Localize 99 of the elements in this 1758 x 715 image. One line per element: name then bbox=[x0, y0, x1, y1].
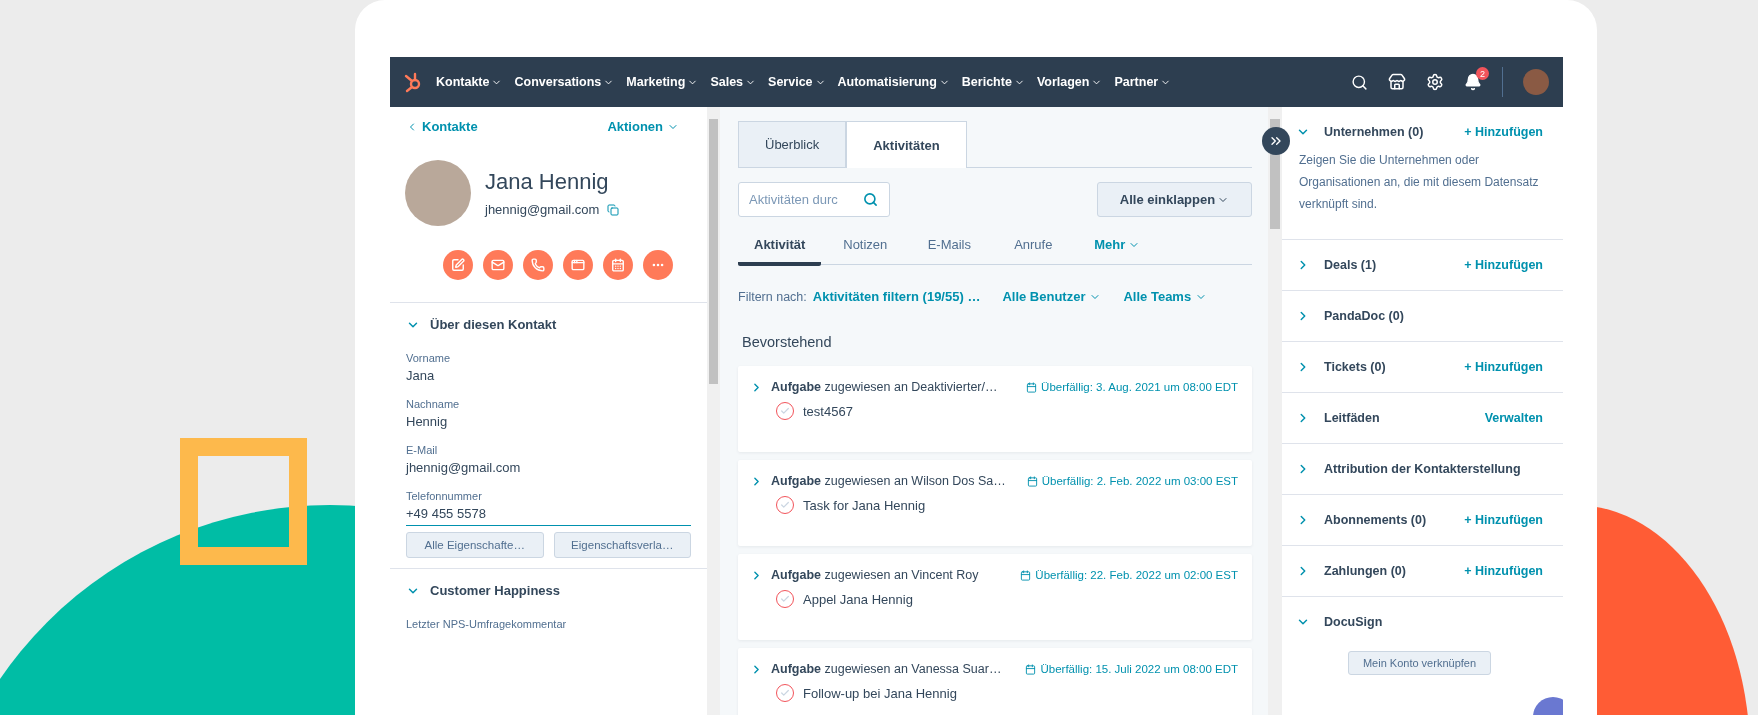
properties-button[interactable]: Eigenschaftsverla… bbox=[553, 532, 691, 558]
section-heading: Bevorstehend bbox=[742, 334, 833, 350]
connect-account-button[interactable]: Mein Konto verknüpfen bbox=[1347, 651, 1492, 675]
search-icon bbox=[863, 192, 878, 207]
expand-button[interactable] bbox=[1262, 127, 1290, 155]
section-action-link[interactable]: + Hinzufügen bbox=[1464, 564, 1543, 578]
due-date: Überfällig: 15. Juli 2022 um 08:00 EDT bbox=[1025, 663, 1238, 675]
task-title: Task for Jana Hennig bbox=[803, 497, 926, 513]
more-button[interactable] bbox=[642, 250, 673, 280]
scrollbar[interactable] bbox=[707, 107, 720, 715]
tab[interactable]: E-Mails bbox=[909, 227, 990, 266]
section-action-link[interactable]: + Hinzufügen bbox=[1464, 258, 1543, 272]
section-description: Zeigen Sie die Unternehmen oder Organisationen an, die mit diesem Datensatz verknüpft sind. bbox=[1298, 152, 1540, 213]
calendar-icon bbox=[1026, 475, 1038, 487]
tab[interactable]: Aktivitäten bbox=[846, 121, 967, 168]
nav-menu-item[interactable]: Kontakte bbox=[436, 75, 503, 89]
section-title: Unternehmen (0) bbox=[1324, 125, 1424, 139]
calendar-icon bbox=[1020, 569, 1032, 581]
section-title: Über diesen Kontakt bbox=[430, 317, 557, 332]
nav-menu-item[interactable]: Berichte bbox=[961, 75, 1025, 89]
nav-menu-item[interactable]: Conversations bbox=[514, 75, 615, 89]
tab[interactable]: Aktivität bbox=[738, 227, 822, 266]
tab[interactable]: Anrufe bbox=[993, 227, 1074, 266]
task-summary: Aufgabe zugewiesen an Vanessa Suar… bbox=[771, 662, 1002, 676]
section-title: Deals (1) bbox=[1324, 258, 1377, 272]
back-link[interactable]: Kontakte bbox=[406, 119, 478, 134]
properties-button[interactable]: Alle Eigenschafte… bbox=[406, 532, 544, 558]
tab[interactable]: Überblick bbox=[738, 121, 847, 167]
filter-label: Filtern nach: bbox=[738, 289, 807, 304]
nav-menu-item[interactable]: Service bbox=[768, 75, 826, 89]
note-button[interactable] bbox=[442, 250, 473, 280]
check-icon bbox=[780, 406, 790, 416]
task-title: test4567 bbox=[803, 403, 853, 419]
section-title: Leitfäden bbox=[1324, 411, 1380, 425]
tab[interactable]: Notizen bbox=[825, 227, 906, 266]
check-icon bbox=[780, 688, 790, 698]
settings-icon[interactable] bbox=[1426, 73, 1444, 91]
phone-button[interactable] bbox=[522, 250, 553, 280]
calendar-button[interactable] bbox=[602, 250, 633, 280]
section-title: Customer Happiness bbox=[430, 583, 561, 598]
task-summary: Aufgabe zugewiesen an Wilson Dos Sa… bbox=[771, 474, 1006, 488]
store-icon[interactable] bbox=[1388, 73, 1406, 91]
section-action-link[interactable]: + Hinzufügen bbox=[1464, 360, 1543, 374]
copy-icon[interactable] bbox=[607, 203, 620, 216]
actions-menu[interactable]: Aktionen bbox=[607, 119, 679, 134]
contact-email: jhennig@gmail.com bbox=[485, 202, 600, 217]
task-title: Appel Jana Hennig bbox=[803, 591, 913, 607]
nav-menu-item[interactable]: Automatisierung bbox=[837, 75, 950, 89]
field-value[interactable]: Hennig bbox=[406, 410, 691, 434]
field-label: Telefonnummer bbox=[406, 490, 483, 502]
mail-icon bbox=[490, 258, 505, 272]
task-title: Follow-up bei Jana Hennig bbox=[803, 685, 957, 701]
avatar[interactable] bbox=[1523, 69, 1549, 95]
section-title: DocuSign bbox=[1324, 615, 1383, 629]
field-label: Letzter NPS-Umfragekommentar bbox=[406, 618, 568, 630]
due-date: Überfällig: 22. Feb. 2022 um 02:00 EST bbox=[1020, 569, 1238, 581]
task-summary: Aufgabe zugewiesen an Deaktivierter/… bbox=[771, 380, 998, 394]
due-date: Überfällig: 3. Aug. 2021 um 08:00 EDT bbox=[1026, 381, 1238, 393]
nav-menu-item[interactable]: Sales bbox=[710, 75, 757, 89]
field-label: Vorname bbox=[406, 352, 452, 364]
field-label: E-Mail bbox=[406, 444, 439, 456]
search-icon[interactable] bbox=[1351, 73, 1368, 91]
section-title: Tickets (0) bbox=[1324, 360, 1386, 374]
check-icon bbox=[780, 500, 790, 510]
note-icon bbox=[450, 258, 465, 272]
more-menu[interactable]: Mehr bbox=[1077, 227, 1158, 266]
collapse-all-button[interactable]: Alle einklappen bbox=[1097, 182, 1252, 217]
section-title: Abonnements (0) bbox=[1324, 513, 1427, 527]
window-icon bbox=[570, 258, 585, 272]
filter-dropdown[interactable]: Alle Teams bbox=[1123, 289, 1208, 304]
bell-icon[interactable] bbox=[1464, 73, 1482, 91]
section-title: Zahlungen (0) bbox=[1324, 564, 1406, 578]
scrollbar[interactable] bbox=[1268, 107, 1282, 715]
due-date: Überfällig: 2. Feb. 2022 um 03:00 EST bbox=[1026, 475, 1238, 487]
section-title: PandaDoc (0) bbox=[1324, 309, 1404, 323]
filter-link[interactable]: Aktivitäten filtern (19/55) … bbox=[812, 289, 981, 304]
nav-menu-item[interactable]: Vorlagen bbox=[1036, 75, 1103, 89]
section-action-link[interactable]: Verwalten bbox=[1484, 411, 1543, 425]
contact-name: Jana Hennig bbox=[485, 169, 610, 195]
calendar-icon bbox=[610, 258, 625, 272]
field-label: Nachname bbox=[406, 398, 461, 410]
check-icon bbox=[780, 594, 790, 604]
calendar-icon bbox=[1025, 663, 1037, 675]
nav-menu-item[interactable]: Marketing bbox=[626, 75, 699, 89]
section-action-link[interactable]: + Hinzufügen bbox=[1464, 513, 1543, 527]
field-value[interactable]: +49 455 5578 bbox=[406, 502, 691, 526]
calendar-icon bbox=[1026, 381, 1038, 393]
nav-menu-item[interactable]: Partner bbox=[1114, 75, 1172, 89]
search-field[interactable]: Aktivitäten durc bbox=[738, 182, 890, 217]
phone-icon bbox=[530, 258, 545, 272]
window-button[interactable] bbox=[562, 250, 593, 280]
mail-button[interactable] bbox=[482, 250, 513, 280]
field-value[interactable]: Jana bbox=[406, 364, 691, 388]
section-action-link[interactable]: + Hinzufügen bbox=[1464, 125, 1543, 139]
section-title: Attribution der Kontakterstellung bbox=[1324, 462, 1521, 476]
task-summary: Aufgabe zugewiesen an Vincent Roy bbox=[771, 568, 979, 582]
notification-badge: 2 bbox=[1476, 67, 1489, 80]
filter-dropdown[interactable]: Alle Benutzer bbox=[1002, 289, 1102, 304]
field-value[interactable]: jhennig@gmail.com bbox=[406, 456, 691, 480]
